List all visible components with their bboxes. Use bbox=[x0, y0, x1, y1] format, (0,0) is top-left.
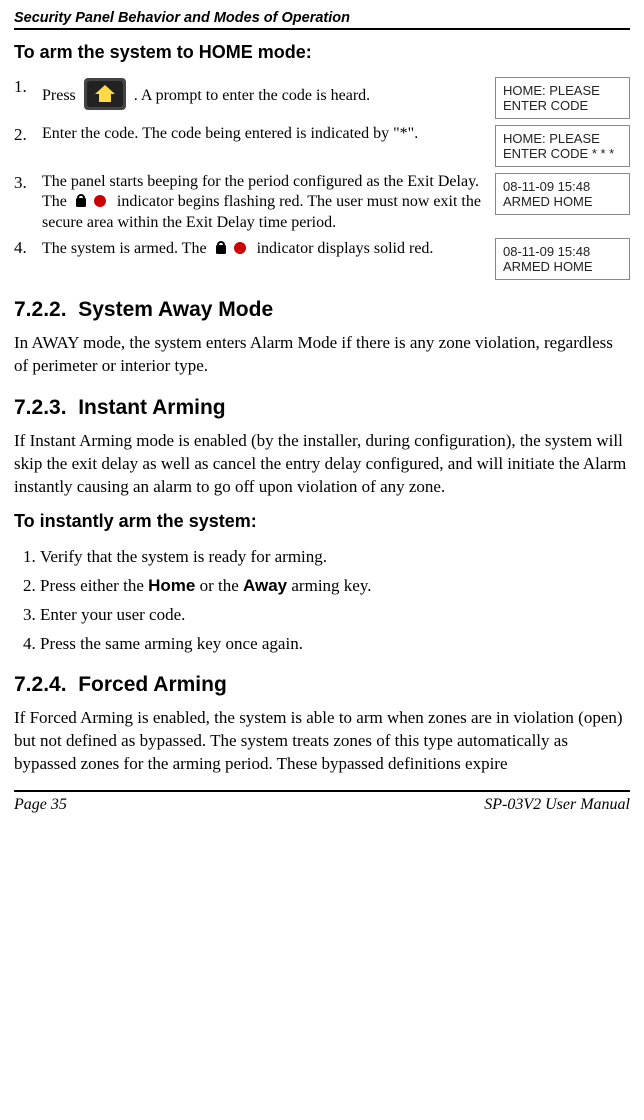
lcd-panel: HOME: PLEASE ENTER CODE * * * bbox=[495, 125, 630, 167]
instant-arm-steps: Verify that the system is ready for armi… bbox=[14, 546, 630, 656]
step-text: The panel starts beeping for the period … bbox=[42, 173, 487, 232]
manual-title: SP-03V2 User Manual bbox=[484, 796, 630, 814]
list-item: Enter your user code. bbox=[40, 604, 630, 627]
body-text: If Instant Arming mode is enabled (by th… bbox=[14, 430, 630, 499]
lock-led-icon bbox=[214, 238, 250, 261]
lcd-panel: 08-11-09 15:48 ARMED HOME bbox=[495, 173, 630, 215]
instant-arm-subtitle: To instantly arm the system: bbox=[14, 511, 630, 532]
body-text: If Forced Arming is enabled, the system … bbox=[14, 707, 630, 776]
lcd-panel: HOME: PLEASE ENTER CODE bbox=[495, 77, 630, 119]
section-heading: 7.2.3. Instant Arming bbox=[14, 396, 630, 420]
step-text: The system is armed. The indicator displ… bbox=[42, 238, 433, 261]
step-number: 4. bbox=[14, 238, 36, 258]
step-number: 3. bbox=[14, 173, 36, 193]
lock-led-icon bbox=[74, 191, 110, 214]
lcd-panel: 08-11-09 15:48 ARMED HOME bbox=[495, 238, 630, 280]
step-number: 1. bbox=[14, 77, 36, 97]
arm-home-title: To arm the system to HOME mode: bbox=[14, 42, 630, 63]
running-header: Security Panel Behavior and Modes of Ope… bbox=[14, 10, 630, 30]
step-text: Enter the code. The code being entered i… bbox=[42, 125, 418, 143]
section-heading: 7.2.2. System Away Mode bbox=[14, 298, 630, 322]
step-text: Press . A prompt to enter the code is he… bbox=[42, 77, 370, 116]
step-number: 2. bbox=[14, 125, 36, 145]
section-heading: 7.2.4. Forced Arming bbox=[14, 673, 630, 697]
page-footer: Page 35 SP-03V2 User Manual bbox=[14, 790, 630, 814]
list-item: Verify that the system is ready for armi… bbox=[40, 546, 630, 569]
list-item: Press either the Home or the Away arming… bbox=[40, 575, 630, 598]
page-number: Page 35 bbox=[14, 796, 67, 814]
home-key-icon bbox=[83, 77, 127, 116]
list-item: Press the same arming key once again. bbox=[40, 633, 630, 656]
body-text: In AWAY mode, the system enters Alarm Mo… bbox=[14, 332, 630, 378]
